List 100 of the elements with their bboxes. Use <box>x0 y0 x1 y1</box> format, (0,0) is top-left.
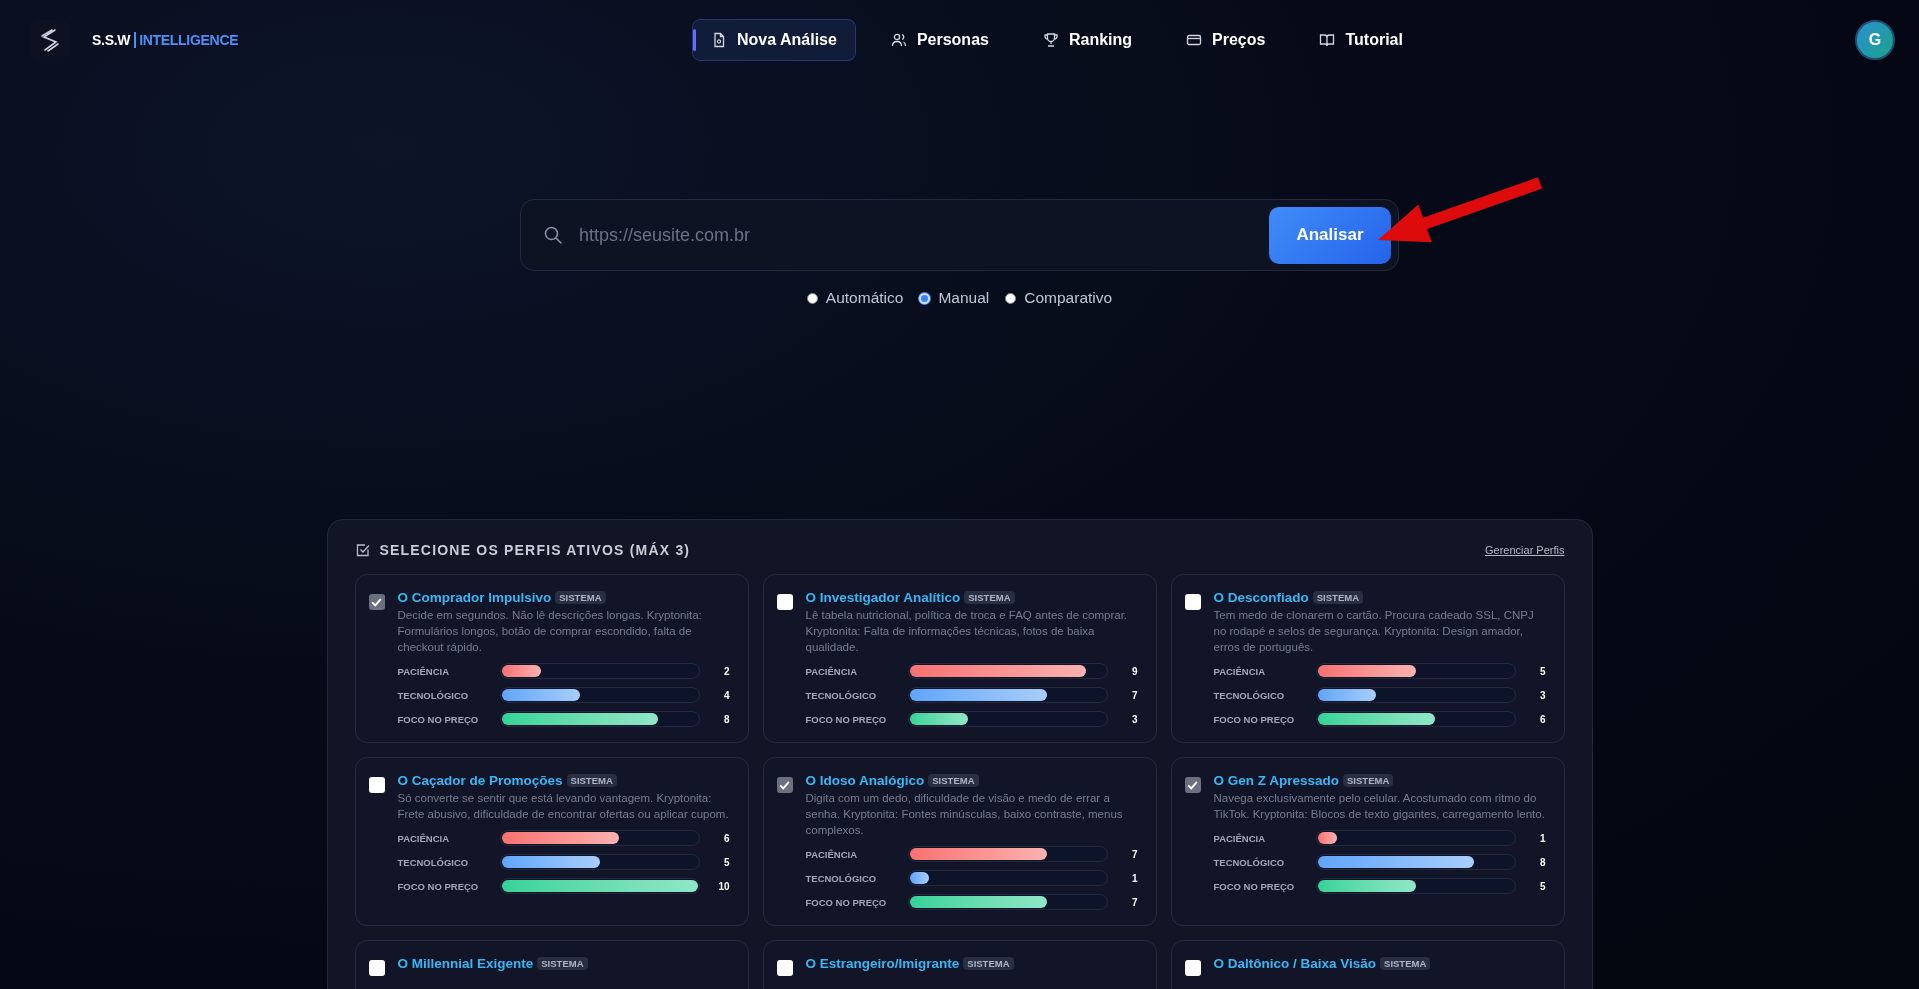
stat-value: 3 <box>1538 689 1547 701</box>
profile-name: O Gen Z Apressado <box>1213 773 1340 788</box>
stat-label: FOCO NO PREÇO <box>805 713 888 725</box>
stat-value: 5 <box>1538 665 1547 677</box>
system-badge: SISTEMA <box>1380 957 1431 970</box>
profile-name: O Caçador de Promoções <box>397 773 563 788</box>
stat-value: 3 <box>1130 713 1139 725</box>
profile-checkbox[interactable] <box>368 960 385 976</box>
profile-checkbox[interactable] <box>1184 594 1201 610</box>
profile-card[interactable] <box>354 574 749 743</box>
search-icon <box>543 225 563 245</box>
credit-card-icon <box>1186 32 1203 48</box>
stat-value: 7 <box>1130 848 1139 860</box>
stat-value: 8 <box>1538 856 1547 868</box>
brand-suffix: INTELLIGENCE <box>138 32 239 48</box>
radio-circle[interactable] <box>806 292 818 304</box>
stat-label: FOCO NO PREÇO <box>397 713 480 725</box>
mode-radio[interactable]: Manual <box>919 289 990 307</box>
system-badge: SISTEMA <box>1343 774 1394 787</box>
analyze-button[interactable]: Analisar <box>1269 206 1391 264</box>
system-badge: SISTEMA <box>928 774 979 787</box>
stat-value: 7 <box>1130 896 1139 908</box>
radio-label: Manual <box>938 289 990 307</box>
radio-label: Automático <box>825 289 904 307</box>
system-badge: SISTEMA <box>555 591 606 604</box>
manage-profiles-link[interactable]: Gerenciar Perfis <box>1485 544 1565 556</box>
document-icon <box>711 32 727 48</box>
profile-description: Decide em segundos. Não lê descrições longas. Kryptonita: Formulários longos, botão de comprar escondido, falta de checkout rápido. <box>397 608 703 655</box>
profile-description: Digita com um dedo, dificuldade de visão e medo de errar a senha. Kryptonita: Fontes minúsculas, baixo contraste, menus complexos. <box>805 791 1124 838</box>
profile-card[interactable]: O Gen Z Apressado SISTEMA Navega exclusivamente pelo celular. Acostumado com ritmo do TikTok. Kryptonita: Blocos de texto gigantes, carregamento lento. PACIÊNCIA 1 TECNOLÓGICO 8 FOCO NO PREÇO 5 <box>1170 757 1565 926</box>
stat-label: FOCO NO PREÇO <box>1213 880 1296 892</box>
profile-checkbox[interactable] <box>368 594 385 610</box>
stat-label: PACIÊNCIA <box>805 665 859 677</box>
profile-checkbox[interactable] <box>776 777 793 793</box>
profile-checkbox[interactable] <box>776 960 793 976</box>
profile-card[interactable]: O Idoso Analógico SISTEMA Digita com um dedo, dificuldade de visão e medo de errar a senha. Kryptonita: Fontes minúsculas, baixo contraste, menus complexos. PACIÊNCIA 7 TECNOLÓGICO 1 FOCO NO PREÇO 7 <box>762 757 1157 926</box>
stat-value: 1 <box>1130 872 1139 884</box>
profile-name: O Comprador Impulsivo <box>397 590 552 605</box>
system-badge: SISTEMA <box>964 591 1015 604</box>
book-icon <box>1319 32 1336 48</box>
nav-tab[interactable]: Preços <box>1167 19 1285 61</box>
stat-label: TECNOLÓGICO <box>397 856 470 868</box>
profile-card[interactable]: O Daltônico / Baixa Visão SISTEMA <box>1170 940 1565 989</box>
profile-name: O Millennial Exigente <box>397 956 534 971</box>
profile-name: O Estrangeiro/Imigrante <box>805 956 960 971</box>
system-badge: SISTEMA <box>963 957 1014 970</box>
profile-description: Lê tabela nutricional, política de troca e FAQ antes de comprar. Kryptonita: Falta de informações técnicas, fotos de baixa qualidade. <box>805 608 1129 655</box>
stat-label: TECNOLÓGICO <box>1213 689 1286 701</box>
stat-label: TECNOLÓGICO <box>1213 856 1286 868</box>
stat-value: 9 <box>1130 665 1139 677</box>
brand-name: S.S.W <box>92 32 137 48</box>
system-badge: SISTEMA <box>1312 591 1363 604</box>
profile-name: O Investigador Analítico <box>805 590 961 605</box>
profile-checkbox[interactable] <box>1184 960 1201 976</box>
stat-value: 4 <box>722 689 731 701</box>
stat-label: PACIÊNCIA <box>397 832 451 844</box>
stat-value: 8 <box>722 713 731 725</box>
stat-label: PACIÊNCIA <box>1213 832 1267 844</box>
profile-card[interactable]: O Caçador de Promoções SISTEMA Só converte se sentir que está levando vantagem. Kryptonita: Frete abusivo, dificuldade de encontrar ofertas ou aplicar cupom. PACIÊNCIA 6 TECNOLÓGICO 5 FOCO NO PREÇO 10 <box>354 757 749 926</box>
stat-label: FOCO NO PREÇO <box>1213 713 1296 725</box>
stat-value: 2 <box>722 665 731 677</box>
nav-tab[interactable]: Tutorial <box>1300 19 1422 61</box>
section-title: SELECIONE OS PERFIS ATIVOS (MÁX 3) <box>379 542 691 558</box>
profile-card[interactable] <box>762 574 1157 743</box>
nav-tab[interactable]: Ranking <box>1023 19 1152 61</box>
radio-circle[interactable] <box>1005 292 1017 304</box>
profile-name: O Desconfiado <box>1213 590 1309 605</box>
system-badge: SISTEMA <box>537 957 588 970</box>
stat-label: FOCO NO PREÇO <box>397 880 480 892</box>
stat-value: 5 <box>1538 880 1547 892</box>
radio-label: Comparativo <box>1024 289 1113 307</box>
profile-card[interactable]: O Desconfiado SISTEMA Tem medo de clonarem o cartão. Procura cadeado SSL, CNPJ no rodapé e selos de segurança. Kryptonita: Design amador, erros de português. PACIÊNCIA 5 TECNOLÓGICO 3 FOCO NO PREÇO 6 <box>1170 574 1565 743</box>
profile-card[interactable]: O Estrangeiro/Imigrante SISTEMA <box>762 940 1157 989</box>
stat-label: PACIÊNCIA <box>1213 665 1267 677</box>
mode-radio[interactable]: Automático <box>806 289 904 307</box>
profile-description: Tem medo de clonarem o cartão. Procura cadeado SSL, CNPJ no rodapé e selos de segurança. Kryptonita: Design amador, erros de português. <box>1213 608 1535 655</box>
stat-label: TECNOLÓGICO <box>805 689 878 701</box>
nav-tab[interactable]: Personas <box>871 19 1008 61</box>
users-icon <box>890 32 907 48</box>
url-search-field[interactable]: https://seusite.com.br Analisar <box>520 199 1399 271</box>
profile-description: Só converte se sentir que está levando vantagem. Kryptonita: Frete abusivo, dificuldade de encontrar ofertas ou aplicar cupom. <box>397 791 730 822</box>
stat-value: 1 <box>1538 832 1547 844</box>
profile-checkbox[interactable] <box>1184 777 1201 793</box>
stat-value: 6 <box>722 832 731 844</box>
stat-label: TECNOLÓGICO <box>805 872 878 884</box>
profile-checkbox[interactable] <box>776 594 793 610</box>
profile-card[interactable]: O Millennial Exigente SISTEMA <box>354 940 749 989</box>
profile-name: O Idoso Analógico <box>805 773 925 788</box>
stat-label: TECNOLÓGICO <box>397 689 470 701</box>
stat-label: FOCO NO PREÇO <box>805 896 888 908</box>
nav-tab[interactable]: Nova Análise <box>692 19 856 61</box>
profile-checkbox[interactable] <box>368 777 385 793</box>
stat-value: 5 <box>722 856 731 868</box>
mode-radio[interactable]: Comparativo <box>1005 289 1113 307</box>
stat-value: 7 <box>1130 689 1139 701</box>
checkbox-icon <box>354 542 371 558</box>
trophy-icon <box>1042 32 1059 48</box>
profile-description: Navega exclusivamente pelo celular. Acostumado com ritmo do TikTok. Kryptonita: Blocos de texto gigantes, carregamento lento. <box>1213 791 1546 822</box>
stat-value: 6 <box>1538 713 1547 725</box>
profile-name: O Daltônico / Baixa Visão <box>1213 956 1377 971</box>
